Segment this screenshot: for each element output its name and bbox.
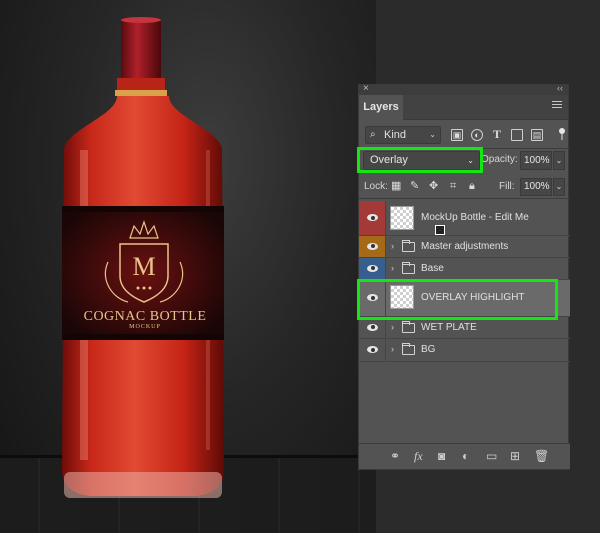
lock-artboard-icon[interactable]: ⌗ — [450, 180, 456, 192]
kind-filter-select[interactable]: ⌕ Kind ⌄ — [365, 126, 441, 144]
label-title: COGNAC BOTTLE — [83, 309, 207, 324]
lock-row: Lock: ▦ ✎ ✥ ⌗ 🔒︎ Fill: 100% ⌄ — [359, 177, 570, 197]
lock-image-pixels-icon[interactable]: ✎ — [410, 180, 419, 192]
visibility-toggle[interactable] — [359, 201, 386, 235]
layer-group-row[interactable]: › Base — [359, 258, 570, 280]
blend-mode-value: Overlay — [370, 154, 408, 166]
collapse-panel-icon[interactable]: ‹‹ — [557, 83, 563, 93]
kind-filter-label: Kind — [384, 129, 407, 141]
fx-icon[interactable]: fx — [414, 450, 423, 463]
tab-layers[interactable]: Layers — [359, 95, 403, 120]
eye-icon — [367, 214, 378, 221]
layer-thumbnail — [390, 285, 414, 309]
folder-icon — [402, 343, 415, 355]
filter-toggle-icon[interactable] — [559, 128, 565, 140]
layer-group-row[interactable]: › Master adjustments — [359, 236, 570, 258]
adjustment-filter-icon[interactable]: ◐ — [471, 129, 483, 141]
expand-arrow-icon[interactable]: › — [391, 322, 394, 332]
blend-row: Overlay ⌄ Opacity: 100% ⌄ — [359, 151, 570, 173]
visibility-toggle[interactable] — [359, 339, 386, 361]
expand-arrow-icon[interactable]: › — [391, 263, 394, 273]
folder-icon — [402, 320, 415, 333]
label-subtitle: MOCKUP — [129, 324, 161, 330]
close-panel-icon[interactable]: × — [363, 83, 369, 94]
smart-object-filter-icon[interactable]: ▤ — [531, 129, 543, 141]
layer-name: WET PLATE — [421, 321, 477, 333]
layer-name: MockUp Bottle - Edit Me — [421, 212, 529, 223]
layer-row[interactable]: MockUp Bottle - Edit Me — [359, 201, 570, 236]
layer-row-selected[interactable]: OVERLAY HIGHLIGHT — [359, 280, 570, 317]
trash-icon[interactable]: 🗑︎ — [534, 450, 549, 463]
search-icon: ⌕ — [370, 129, 376, 140]
lock-transparent-pixels-icon[interactable]: ▦ — [391, 180, 401, 192]
fill-label: Fill: — [499, 181, 515, 192]
panel-title-bar: × ‹‹ — [359, 83, 568, 95]
panel-tab-bar: Layers — [359, 95, 568, 120]
lock-position-icon[interactable]: ✥ — [429, 180, 438, 192]
folder-icon — [402, 261, 415, 274]
layer-thumbnail — [390, 206, 445, 235]
opacity-dropdown-icon[interactable]: ⌄ — [553, 151, 565, 170]
panel-footer: ⚭ fx ◙ ◐ ▭ ⊞ 🗑︎ — [359, 443, 570, 469]
layer-name: Base — [421, 262, 444, 274]
smart-object-icon — [435, 225, 445, 235]
opacity-label: Opacity: — [481, 154, 518, 165]
mask-icon[interactable]: ◙ — [438, 450, 445, 463]
layer-name: BG — [421, 344, 436, 355]
visibility-toggle[interactable] — [359, 280, 386, 316]
eye-icon — [367, 264, 378, 272]
bottle-cap — [121, 18, 161, 80]
document-canvas[interactable]: M COGNAC BOTTLE MOCKUP — [0, 0, 376, 533]
eye-icon — [367, 242, 378, 250]
cognac-bottle-image — [62, 17, 224, 498]
lock-all-icon[interactable]: 🔒︎ — [469, 180, 475, 192]
shape-filter-icon[interactable] — [511, 129, 523, 141]
layer-name: Master adjustments — [421, 240, 509, 252]
layer-filter-row: ⌕ Kind ⌄ ▣ ◐ T ▤ — [359, 126, 570, 148]
layer-group-row[interactable]: › WET PLATE — [359, 317, 570, 339]
layer-group-row[interactable]: › BG — [359, 339, 570, 362]
visibility-toggle[interactable] — [359, 258, 386, 279]
fill-dropdown-icon[interactable]: ⌄ — [553, 178, 565, 196]
opacity-input[interactable]: 100% — [520, 151, 552, 170]
chevron-down-icon: ⌄ — [467, 156, 474, 165]
adjustment-layer-icon[interactable]: ◐ — [462, 450, 469, 463]
layer-name: OVERLAY HIGHLIGHT — [421, 292, 525, 303]
new-group-icon[interactable]: ▭ — [486, 450, 497, 463]
image-filter-icon[interactable]: ▣ — [451, 129, 463, 141]
expand-arrow-icon[interactable]: › — [391, 344, 394, 354]
link-icon[interactable]: ⚭ — [390, 450, 400, 463]
new-layer-icon[interactable]: ⊞ — [510, 450, 520, 463]
label-monogram: M — [132, 252, 156, 281]
expand-arrow-icon[interactable]: › — [391, 241, 394, 251]
divider — [359, 198, 570, 199]
chevron-down-icon: ⌄ — [429, 130, 436, 139]
lock-label: Lock: — [364, 181, 388, 192]
folder-icon — [402, 239, 415, 252]
visibility-toggle[interactable] — [359, 236, 386, 257]
fill-input[interactable]: 100% — [520, 178, 552, 196]
blend-mode-select[interactable]: Overlay ⌄ — [363, 151, 480, 170]
eye-icon — [367, 346, 378, 353]
panel-menu-icon[interactable] — [552, 101, 562, 110]
eye-icon — [367, 323, 378, 331]
eye-icon — [367, 294, 378, 301]
layers-panel: × ‹‹ Layers ⌕ Kind ⌄ ▣ ◐ T ▤ Overlay ⌄ O… — [358, 83, 570, 470]
type-filter-icon[interactable]: T — [491, 128, 503, 141]
visibility-toggle[interactable] — [359, 317, 386, 338]
divider — [359, 148, 570, 149]
